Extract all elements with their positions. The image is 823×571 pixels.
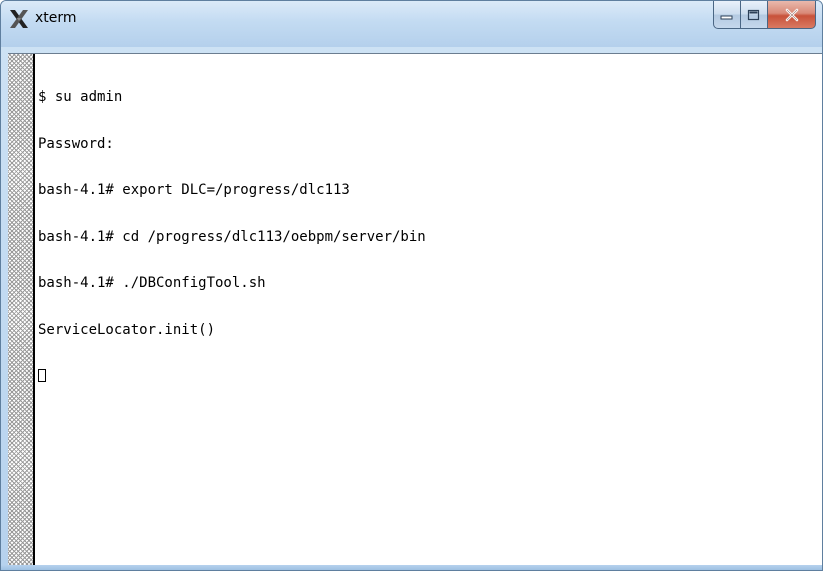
minimize-button[interactable]	[713, 1, 741, 29]
terminal-line: bash-4.1# ./DBConfigTool.sh	[38, 275, 266, 291]
terminal-line: $ su admin	[38, 89, 123, 105]
x-window-icon	[10, 10, 28, 28]
cursor-line	[38, 369, 426, 385]
maximize-icon	[747, 9, 760, 20]
terminal-area[interactable]: $ su admin Password: bash-4.1# export DL…	[8, 53, 822, 567]
xterm-window: xterm $ su admin Password: bash-4.1# exp…	[0, 0, 823, 571]
terminal-line: bash-4.1# cd /progress/dlc113/oebpm/serv…	[38, 228, 426, 245]
close-icon	[785, 8, 798, 21]
maximize-button[interactable]	[741, 1, 768, 29]
terminal-line: bash-4.1# export DLC=/progress/dlc113	[38, 182, 350, 198]
terminal-output: $ su admin Password: bash-4.1# export DL…	[38, 59, 426, 416]
close-button[interactable]	[768, 1, 816, 29]
window-title: xterm	[35, 10, 77, 26]
terminal-scrollbar[interactable]	[8, 54, 35, 567]
title-bar[interactable]: xterm	[1, 1, 822, 47]
minimize-icon	[720, 15, 733, 19]
window-controls	[713, 1, 816, 29]
terminal-line: Password:	[38, 135, 114, 152]
window-bottom-frame	[1, 565, 822, 570]
block-cursor	[38, 369, 46, 382]
terminal-line: ServiceLocator.init()	[38, 321, 216, 338]
